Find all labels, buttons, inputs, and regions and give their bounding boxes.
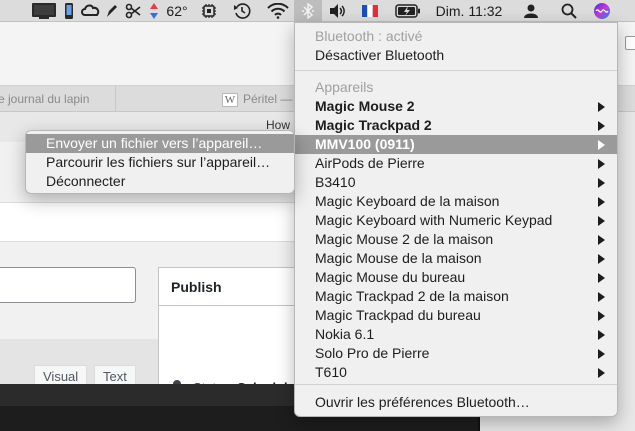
device-submenu: Envoyer un fichier vers l’appareil… Parc… — [25, 130, 295, 194]
device-name: T610 — [315, 364, 347, 380]
menu-separator — [295, 384, 617, 385]
device-item[interactable]: Magic Trackpad 2 de la maison — [295, 287, 617, 306]
volume-icon[interactable] — [328, 0, 348, 22]
submenu-arrow-icon — [598, 311, 605, 321]
submenu-arrow-icon — [598, 216, 605, 226]
device-name: AirPods de Pierre — [315, 155, 425, 171]
search-icon[interactable] — [560, 0, 578, 22]
browse-files-item[interactable]: Parcourir les fichiers sur l’appareil… — [26, 153, 294, 172]
submenu-arrow-icon — [598, 121, 605, 131]
publish-title: Publish — [171, 279, 222, 295]
pen-icon[interactable] — [104, 0, 120, 22]
device-item[interactable]: Magic Mouse du bureau — [295, 268, 617, 287]
temperature-reading[interactable]: 62° — [163, 0, 191, 22]
time-machine-icon[interactable] — [232, 0, 252, 22]
menu-separator — [295, 70, 617, 71]
device-item[interactable]: Solo Pro de Pierre — [295, 344, 617, 363]
device-name: B3410 — [315, 174, 356, 190]
phone-icon[interactable] — [62, 0, 76, 22]
wikipedia-icon: W — [222, 92, 238, 107]
device-item[interactable]: Magic Mouse 2 de la maison — [295, 230, 617, 249]
sidebar-toggle-button[interactable] — [625, 36, 635, 50]
device-name: MMV100 (0911) — [315, 136, 415, 152]
battery-icon[interactable] — [394, 0, 422, 22]
tab-label: Péritel — — [243, 92, 293, 106]
device-name: Magic Trackpad 2 — [315, 117, 432, 133]
disconnect-item[interactable]: Déconnecter — [26, 172, 294, 191]
device-name: Magic Mouse 2 de la maison — [315, 231, 494, 247]
submenu-arrow-icon — [598, 368, 605, 378]
device-item[interactable]: Nokia 6.1 — [295, 325, 617, 344]
bluetooth-preferences-item[interactable]: Ouvrir les préférences Bluetooth… — [295, 393, 617, 412]
send-file-item[interactable]: Envoyer un fichier vers l’appareil… — [26, 134, 294, 153]
screen-mirror-icon[interactable] — [30, 0, 58, 22]
bluetooth-icon[interactable] — [298, 0, 318, 22]
device-name: Magic Mouse 2 — [315, 98, 415, 114]
device-name: Magic Mouse du bureau — [315, 269, 466, 285]
device-name: Magic Trackpad 2 de la maison — [315, 288, 509, 304]
french-flag-icon[interactable] — [361, 0, 379, 22]
device-item[interactable]: MMV100 (0911) — [295, 135, 617, 154]
submenu-arrow-icon — [598, 235, 605, 245]
browser-tab-peritel[interactable]: W Péritel — — [220, 86, 300, 112]
browser-tab-journal[interactable]: e journal du lapin — [0, 86, 116, 112]
device-item[interactable]: Magic Keyboard de la maison — [295, 192, 617, 211]
creative-cloud-icon[interactable] — [80, 0, 102, 22]
siri-icon[interactable] — [592, 0, 612, 22]
device-name: Magic Trackpad du bureau — [315, 307, 481, 323]
submenu-arrow-icon — [598, 273, 605, 283]
submenu-arrow-icon — [598, 159, 605, 169]
device-name: Magic Keyboard with Numeric Keypad — [315, 212, 553, 228]
device-item[interactable]: Magic Trackpad 2 — [295, 116, 617, 135]
user-icon[interactable] — [522, 0, 540, 22]
submenu-arrow-icon — [598, 197, 605, 207]
submenu-arrow-icon — [598, 254, 605, 264]
tab-label: e journal du lapin — [0, 92, 90, 106]
device-name: Magic Mouse de la maison — [315, 250, 482, 266]
cpu-icon[interactable] — [200, 0, 218, 22]
scissors-icon[interactable] — [124, 0, 142, 22]
menu-bar: 62° Dim. 11:32 — [0, 0, 635, 22]
wifi-icon[interactable] — [266, 0, 290, 22]
submenu-arrow-icon — [598, 140, 605, 150]
bluetooth-status: Bluetooth : activé — [315, 28, 423, 44]
device-item[interactable]: T610 — [295, 363, 617, 382]
bluetooth-toggle-item[interactable]: Désactiver Bluetooth — [295, 46, 617, 65]
submenu-arrow-icon — [598, 178, 605, 188]
submenu-arrow-icon — [598, 349, 605, 359]
devices-header: Appareils — [315, 79, 374, 95]
bluetooth-menu: Bluetooth : activé Désactiver Bluetooth … — [294, 22, 618, 417]
submenu-arrow-icon — [598, 292, 605, 302]
submenu-arrow-icon — [598, 330, 605, 340]
submenu-arrow-icon — [598, 102, 605, 112]
device-item[interactable]: Magic Keyboard with Numeric Keypad — [295, 211, 617, 230]
device-name: Solo Pro de Pierre — [315, 345, 430, 361]
device-name: Magic Keyboard de la maison — [315, 193, 500, 209]
device-item[interactable]: Magic Trackpad du bureau — [295, 306, 617, 325]
device-item[interactable]: Magic Mouse de la maison — [295, 249, 617, 268]
device-item[interactable]: B3410 — [295, 173, 617, 192]
menubar-clock[interactable]: Dim. 11:32 — [432, 0, 506, 22]
device-name: Nokia 6.1 — [315, 326, 375, 342]
post-title-input[interactable] — [0, 267, 136, 303]
arrows-icon[interactable] — [148, 0, 160, 22]
device-item[interactable]: AirPods de Pierre — [295, 154, 617, 173]
device-item[interactable]: Magic Mouse 2 — [295, 97, 617, 116]
